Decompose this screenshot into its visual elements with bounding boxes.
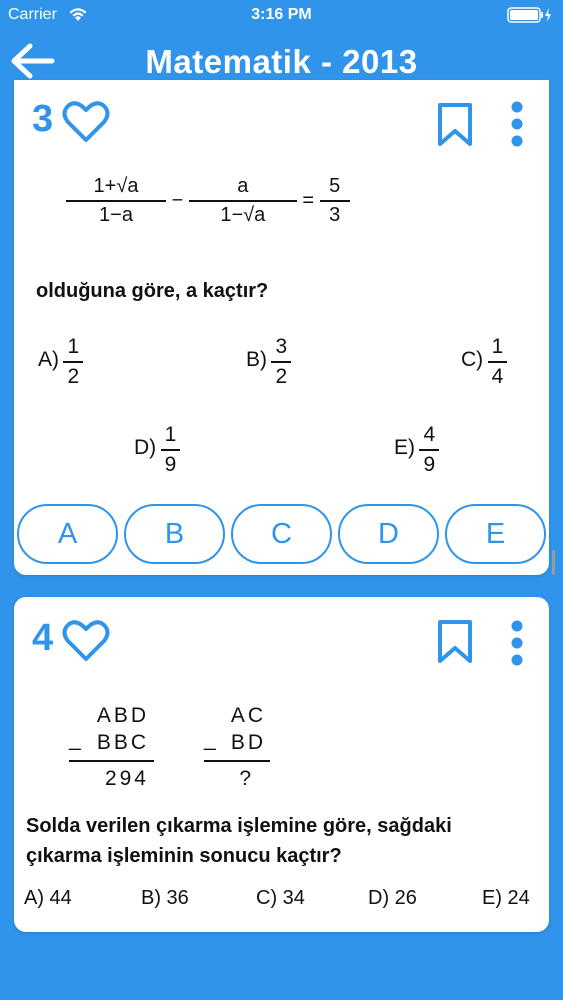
right-result-line	[204, 760, 270, 762]
fraction-numerator: 5	[329, 175, 341, 197]
fraction-denominator: 2	[63, 361, 84, 389]
minus-sign: −	[171, 189, 184, 212]
right-result: ?	[239, 767, 254, 790]
fraction-denominator: 3	[319, 200, 350, 227]
option-e: E) 4 9	[394, 423, 440, 477]
answer-button-e[interactable]: E	[445, 504, 546, 564]
fraction-numerator: 1	[164, 423, 177, 446]
right-minuend: AC	[230, 704, 266, 727]
question-prompt: olduğuna göre, a kaçtır?	[36, 280, 269, 302]
option-b: B) 36	[141, 887, 189, 909]
fraction-denominator: 2	[271, 361, 292, 389]
fraction-numerator: 4	[423, 423, 436, 446]
option-c: C) 34	[256, 887, 305, 909]
fraction-numerator: 1	[491, 335, 504, 358]
fraction-denominator: 4	[487, 361, 508, 389]
left-minuend: ABD	[96, 704, 149, 727]
question-card-3: 3 1+√a 1−a − a 1−√a = 5 3 olduğuna göre,…	[14, 80, 555, 575]
question-number: 4	[32, 617, 54, 659]
status-time: 3:16 PM	[251, 6, 312, 23]
answer-button-d[interactable]: D	[338, 504, 439, 564]
fraction-numerator: 3	[275, 335, 288, 358]
equation-middle-fraction: a 1−√a	[188, 175, 297, 227]
battery-icon	[507, 7, 551, 23]
status-bar: Carrier 3:16 PM	[0, 0, 563, 30]
minus-sign: _	[69, 728, 84, 751]
fraction-denominator: 1−a	[66, 200, 166, 227]
answer-button-b[interactable]: B	[124, 504, 225, 564]
question-number: 3	[32, 98, 54, 140]
answer-button-c[interactable]: C	[231, 504, 332, 564]
heart-icon[interactable]	[62, 100, 110, 144]
equation-right-fraction: 5 3	[319, 175, 350, 227]
option-d: D) 1 9	[134, 423, 181, 477]
scroll-indicator	[552, 550, 555, 575]
answer-button-a[interactable]: A	[17, 504, 118, 564]
option-label: D)	[134, 436, 157, 460]
equals-sign: =	[302, 189, 315, 212]
left-result-line	[69, 760, 154, 762]
option-b: B) 3 2	[246, 335, 292, 389]
option-label: B)	[246, 348, 267, 372]
option-a: A) 44	[24, 887, 72, 909]
right-subtrahend: BD	[230, 731, 266, 754]
more-vertical-icon[interactable]	[509, 619, 525, 667]
equation-left-fraction: 1+√a 1−a	[66, 175, 166, 227]
left-result: 294	[104, 767, 149, 790]
heart-icon[interactable]	[62, 619, 110, 663]
option-label: C)	[461, 348, 484, 372]
fraction-numerator: 1	[67, 335, 80, 358]
option-e: E) 24	[482, 887, 530, 909]
page-title: Matematik - 2013	[145, 43, 418, 80]
fraction-denominator: 1−√a	[188, 200, 297, 227]
more-vertical-icon[interactable]	[509, 100, 525, 148]
question-prompt-line-1: Solda verilen çıkarma işlemine göre, sağ…	[26, 815, 452, 837]
question-card-4: 4 ABD _ BBC 294 AC _ BD ? Solda verilen …	[14, 597, 549, 932]
option-a: A) 1 2	[38, 335, 84, 389]
bookmark-icon[interactable]	[436, 102, 474, 148]
equation: 1+√a 1−a − a 1−√a = 5 3	[66, 175, 350, 227]
fraction-denominator: 9	[160, 449, 181, 477]
option-c: C) 1 4	[461, 335, 508, 389]
option-label: E)	[394, 436, 415, 460]
option-d: D) 26	[368, 887, 417, 909]
option-label: A)	[38, 348, 59, 372]
bookmark-icon[interactable]	[436, 619, 474, 665]
fraction-denominator: 9	[419, 449, 440, 477]
left-subtrahend: BBC	[96, 731, 149, 754]
question-prompt-line-2: çıkarma işleminin sonucu kaçtır?	[26, 845, 342, 867]
fraction-numerator: a	[237, 175, 249, 197]
fraction-numerator: 1+√a	[93, 175, 139, 197]
